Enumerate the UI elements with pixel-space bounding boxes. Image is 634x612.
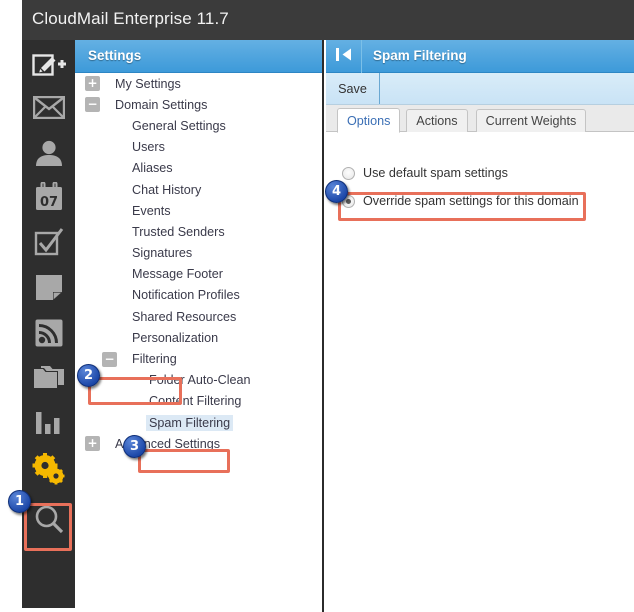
tree-item-label: Aliases [132, 161, 173, 176]
tree-item-personalization[interactable]: Personalization [75, 327, 322, 348]
tree-item-label: Message Footer [132, 267, 223, 282]
rail-item-notes[interactable] [22, 264, 75, 311]
tree-item-signatures[interactable]: Signatures [75, 243, 322, 264]
callout-badge-4: 4 [325, 180, 348, 203]
tree-item-my-settings[interactable]: + My Settings [75, 73, 322, 94]
callout-badge-3: 3 [123, 435, 146, 458]
content-panel: Spam Filtering Save Options Actions Curren… [326, 40, 634, 612]
content-toolbar: Save [326, 73, 634, 105]
tree-item-domain-settings[interactable]: − Domain Settings [75, 94, 322, 115]
tree-item-filtering[interactable]: − Filtering [75, 348, 322, 369]
override-spam-settings-row[interactable]: Override spam settings for this domain [342, 194, 579, 208]
title-bar-left-notch [0, 0, 22, 40]
callout-badge-2: 2 [77, 364, 100, 387]
rail-item-mail[interactable] [22, 84, 75, 131]
rail-item-calendar[interactable]: 07 [22, 173, 75, 220]
rail-item-compose-new[interactable] [22, 40, 75, 87]
use-default-spam-settings-radio[interactable] [342, 166, 355, 180]
tree-item-label: Personalization [132, 330, 219, 345]
compose-new-icon [31, 52, 66, 76]
tree-item-folder-auto-clean[interactable]: Folder Auto-Clean [75, 370, 322, 391]
settings-panel-header: Settings [75, 40, 322, 73]
rail-item-rss-feeds[interactable] [22, 309, 75, 356]
rail-item-contacts[interactable] [22, 129, 75, 176]
tree-item-aliases[interactable]: Aliases [75, 158, 322, 179]
callout-badge-1: 1 [8, 490, 31, 513]
rail-item-tasks[interactable] [22, 218, 75, 265]
title-bar: CloudMail Enterprise 11.7 [0, 0, 634, 40]
rss-feeds-icon [35, 319, 63, 347]
tree-item-label: General Settings [132, 118, 226, 133]
notes-icon [35, 274, 63, 301]
content-panel-header: Spam Filtering [326, 40, 634, 73]
expand-node-icon[interactable]: + [85, 436, 100, 452]
tab-label: Current Weights [485, 114, 577, 128]
tree-item-label: Filtering [132, 352, 177, 367]
tree-item-label: Signatures [132, 246, 193, 261]
tasks-icon [34, 227, 64, 256]
settings-panel-title: Settings [88, 48, 142, 63]
use-default-spam-settings-label: Use default spam settings [363, 166, 508, 180]
tree-item-spam-filtering[interactable]: Spam Filtering [75, 412, 322, 433]
calendar-icon: 07 [34, 182, 64, 211]
left-icon-rail: 07 [22, 40, 75, 608]
contacts-icon [34, 140, 64, 166]
tree-item-label: My Settings [115, 76, 181, 91]
tree-item-label: Domain Settings [115, 97, 208, 112]
folders-icon [33, 365, 64, 390]
tree-item-general-settings[interactable]: General Settings [75, 115, 322, 136]
tree-item-content-filtering[interactable]: Content Filtering [75, 391, 322, 412]
settings-tree: + My Settings − Domain Settings General Sett… [75, 73, 322, 454]
settings-panel: Settings + My Settings − Domain Settings Gen… [75, 40, 324, 612]
tree-item-label: Trusted Senders [132, 224, 225, 239]
rail-item-folders[interactable] [22, 354, 75, 401]
tree-item-trusted-senders[interactable]: Trusted Senders [75, 221, 322, 242]
tab-actions[interactable]: Actions [406, 109, 468, 133]
tree-item-shared-resources[interactable]: Shared Resources [75, 306, 322, 327]
application-window: CloudMail Enterprise 11.7 07 Settings + … [0, 0, 634, 612]
collapse-panel-icon [335, 47, 352, 67]
tab-strip: Options Actions Current Weights [326, 105, 634, 133]
settings-gear-icon [32, 452, 66, 485]
override-spam-settings-label: Override spam settings for this domain [363, 194, 579, 208]
tree-item-events[interactable]: Events [75, 200, 322, 221]
reports-icon [35, 411, 63, 435]
tree-item-advanced-settings[interactable]: + Advanced Settings [75, 433, 322, 454]
save-button[interactable]: Save [326, 73, 380, 104]
rail-item-settings[interactable] [22, 445, 75, 492]
tab-label: Actions [416, 114, 458, 128]
tab-options[interactable]: Options [337, 108, 401, 133]
tree-item-label: Users [132, 140, 165, 155]
tree-item-label: Events [132, 203, 171, 218]
collapse-panel-button[interactable] [326, 40, 362, 73]
mail-icon [32, 96, 65, 119]
svg-text:07: 07 [39, 195, 57, 210]
tab-panel-options: Use default spam settings Override spam … [326, 132, 634, 612]
use-default-spam-settings-row[interactable]: Use default spam settings [342, 166, 508, 180]
content-panel-title: Spam Filtering [373, 48, 467, 63]
tree-item-users[interactable]: Users [75, 137, 322, 158]
search-icon [34, 504, 64, 534]
tree-item-label: Notification Profiles [132, 288, 240, 303]
expand-node-icon[interactable]: + [85, 76, 100, 92]
tab-current-weights[interactable]: Current Weights [475, 109, 587, 133]
tab-label: Options [347, 113, 391, 128]
collapse-node-icon[interactable]: − [102, 351, 117, 367]
tree-item-message-footer[interactable]: Message Footer [75, 264, 322, 285]
collapse-node-icon[interactable]: − [85, 97, 100, 113]
tree-item-notification-profiles[interactable]: Notification Profiles [75, 285, 322, 306]
tree-item-label: Shared Resources [132, 309, 237, 324]
tree-item-chat-history[interactable]: Chat History [75, 179, 322, 200]
tree-item-label: Chat History [132, 182, 202, 197]
tree-item-label: Folder Auto-Clean [149, 373, 251, 388]
tree-item-label: Content Filtering [149, 394, 242, 409]
rail-item-reports[interactable] [22, 399, 75, 446]
app-title: CloudMail Enterprise 11.7 [32, 9, 229, 28]
tree-item-label: Spam Filtering [146, 414, 234, 431]
